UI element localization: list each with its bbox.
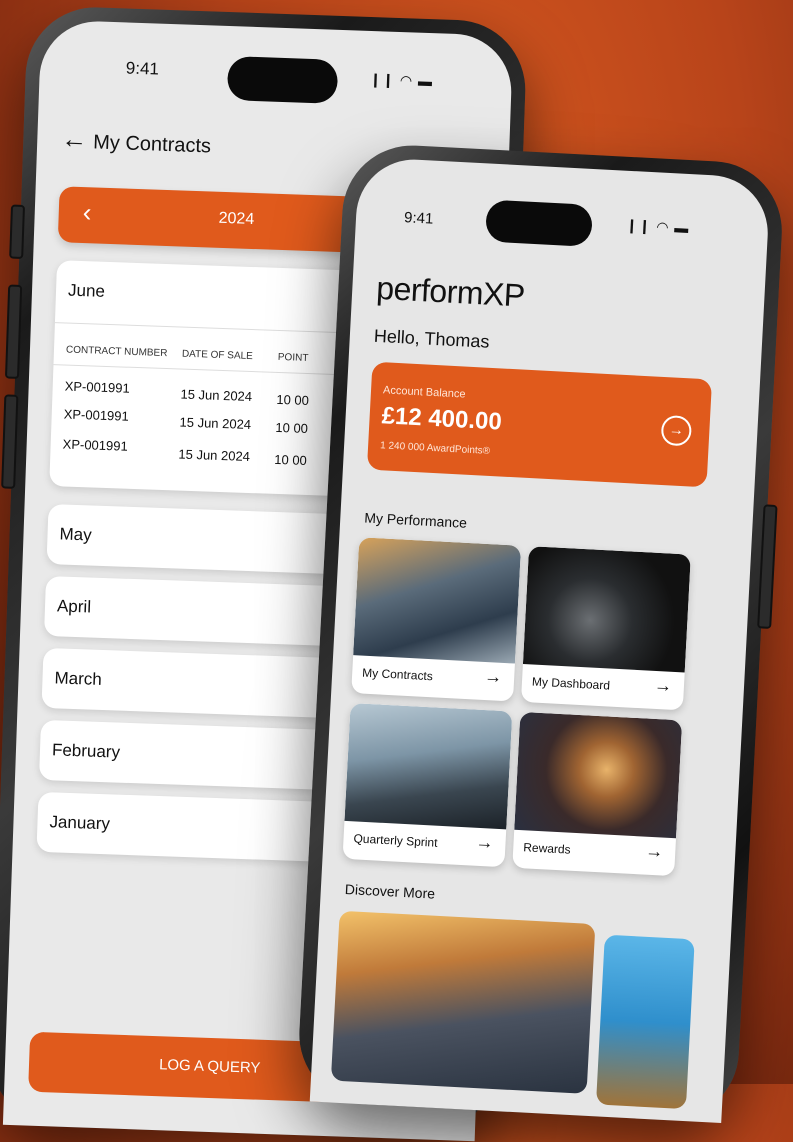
arrow-right-icon: → — [653, 674, 673, 696]
date-of-sale: 15 Jun 2024 — [179, 414, 252, 433]
points-value: 10 00 — [276, 391, 310, 409]
status-icons: ❙❙ ◠ ▬ — [369, 70, 434, 90]
account-balance-card[interactable]: Account Balance £12 400.00 1 240 000 Awa… — [366, 361, 713, 488]
tile-label: Rewards — [522, 840, 571, 857]
dynamic-island — [484, 199, 594, 247]
action-button — [9, 204, 26, 259]
tile-label: My Contracts — [361, 665, 434, 684]
log-query-label: LOG A QUERY — [158, 1056, 261, 1077]
greeting: Hello, Thomas — [373, 325, 490, 352]
date-of-sale: 15 Jun 2024 — [178, 446, 251, 465]
brand-logo: performXP — [375, 269, 526, 314]
section-title-discover: Discover More — [344, 880, 436, 902]
power-button — [757, 504, 778, 629]
tile-label: Quarterly Sprint — [353, 831, 438, 850]
back-arrow-icon[interactable]: ← — [61, 123, 88, 155]
volume-up-button — [4, 284, 23, 379]
column-header-date: DATE OF SALE — [181, 348, 254, 363]
contracts-image — [353, 537, 522, 664]
points-value: 10 00 — [274, 451, 308, 469]
status-time: 9:41 — [125, 58, 160, 79]
home-screen: 9:41 ❙❙ ◠ ▬ performXP Hello, Thomas Acco… — [309, 156, 771, 1123]
points-value: 10 00 — [275, 419, 309, 437]
arrow-right-icon: → — [644, 840, 664, 862]
date-of-sale: 15 Jun 2024 — [180, 386, 253, 405]
month-title: April — [56, 596, 92, 617]
status-time: 9:41 — [403, 209, 434, 228]
rewards-star-image — [514, 711, 683, 839]
section-title-performance: My Performance — [363, 509, 468, 531]
award-points: 1 240 000 AwardPoints® — [379, 440, 491, 457]
chevron-left-icon[interactable]: ‹ — [82, 197, 92, 228]
front-phone: 9:41 ❙❙ ◠ ▬ performXP Hello, Thomas Acco… — [295, 142, 786, 1124]
tile-rewards[interactable]: Rewards → — [512, 711, 683, 877]
year-label: 2024 — [218, 209, 255, 229]
tile-label: My Dashboard — [531, 674, 611, 693]
month-title: May — [59, 524, 92, 545]
dynamic-island — [226, 56, 339, 104]
month-title: January — [49, 812, 111, 834]
contract-number: XP-001991 — [62, 436, 128, 454]
discover-card-city[interactable] — [330, 910, 596, 1094]
balance-amount: £12 400.00 — [381, 402, 503, 436]
month-title: February — [51, 740, 121, 762]
sprint-image — [344, 703, 513, 830]
tile-my-dashboard[interactable]: My Dashboard → — [520, 546, 691, 711]
column-header-points: POINT — [277, 351, 309, 364]
page-title: My Contracts — [92, 131, 212, 158]
column-header-contract: CONTRACT NUMBER — [65, 344, 168, 360]
dashboard-image — [522, 546, 691, 673]
tile-quarterly-sprint[interactable]: Quarterly Sprint → — [342, 703, 513, 868]
volume-down-button — [1, 394, 19, 489]
arrow-right-circle-icon[interactable]: → — [660, 414, 693, 447]
contract-number: XP-001991 — [63, 406, 130, 424]
tile-my-contracts[interactable]: My Contracts → — [351, 537, 522, 702]
month-title: March — [54, 668, 103, 689]
status-icons: ❙❙ ◠ ▬ — [625, 216, 690, 237]
discover-card-travel[interactable] — [595, 934, 695, 1110]
month-title: June — [67, 280, 106, 301]
arrow-right-icon: → — [483, 665, 503, 687]
contract-number: XP-001991 — [64, 378, 131, 396]
balance-label: Account Balance — [382, 384, 466, 401]
arrow-right-icon: → — [475, 831, 495, 853]
